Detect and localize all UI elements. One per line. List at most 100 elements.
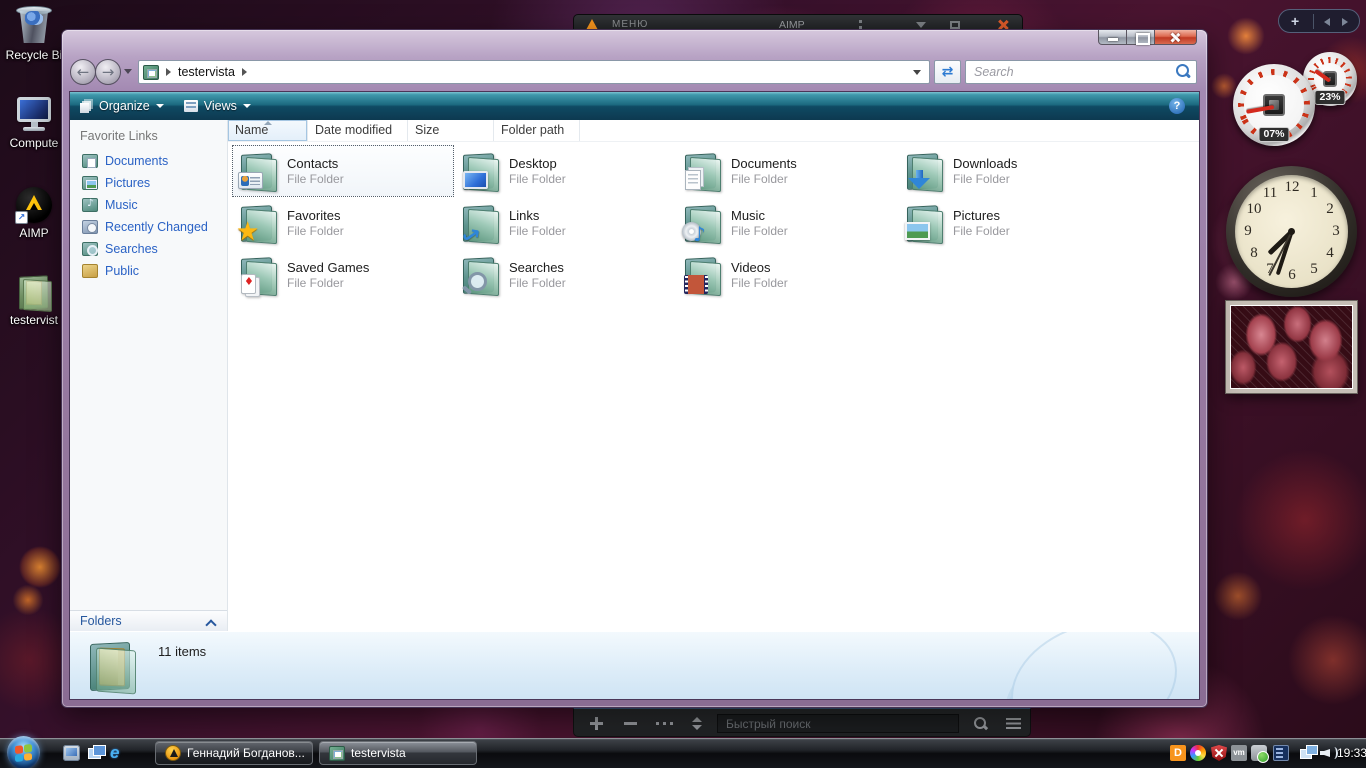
aimp-restore-icon[interactable] [950,21,960,29]
folder-tile-music[interactable]: MusicFile Folder [676,197,898,249]
column-header-folder-path[interactable]: Folder path [494,120,580,141]
show-desktop-icon[interactable] [63,745,80,761]
next-page-icon[interactable] [1342,18,1348,26]
folder-tile-desktop[interactable]: Desktop File Folder [454,145,676,197]
desktop-icon-label: Compute [9,136,59,150]
previous-page-icon[interactable] [1324,18,1330,26]
remove-track-icon[interactable] [624,722,637,725]
playlist-menu-icon[interactable] [1006,718,1021,729]
favorite-links-header: Favorite Links [80,129,158,143]
sidebar-item-label: Public [105,264,140,278]
sidebar-item-label: Documents [105,154,169,168]
sidebar-item-label: Music [105,198,138,212]
organize-button[interactable]: Organize [80,99,164,113]
sidebar-item-label: Searches [105,242,158,256]
add-track-icon[interactable] [590,717,603,730]
aimp-menu-button[interactable]: МЕНЮ [612,19,648,30]
search-icon[interactable] [1173,62,1193,82]
breadcrumb[interactable]: testervista [178,65,235,79]
breadcrumb-arrow-icon[interactable] [241,68,247,76]
sort-icon[interactable] [692,717,702,730]
column-header-size[interactable]: Size [408,120,494,141]
folder-icon-desktop [460,151,500,191]
minimize-button[interactable] [1098,30,1127,45]
sidebar-item-public[interactable]: Public [70,260,227,282]
aimp-quick-search-input[interactable] [717,714,959,733]
search-input[interactable] [966,65,1173,79]
folder-name: Videos [731,259,771,275]
aimp-options-icon[interactable] [859,20,862,29]
folder-tile-saved-games[interactable]: Saved GamesFile Folder [232,249,454,301]
column-header-date-modified[interactable]: Date modified [308,120,408,141]
back-button[interactable]: ← [70,59,96,85]
folder-name: Searches [509,259,564,275]
search-icon[interactable] [974,717,986,729]
sidebar-item-music[interactable]: Music [70,194,227,216]
help-button[interactable]: ? [1169,98,1185,114]
recent-pages-dropdown-icon[interactable] [124,69,132,74]
folder-tile-favorites[interactable]: ★ Favorites File Folder [232,197,454,249]
folder-tile-searches[interactable]: Searches File Folder [454,249,676,301]
folder-icon-contacts [238,151,278,191]
folder-tile-videos[interactable]: Videos File Folder [676,249,898,301]
desktop-icon-label: Recycle Bi [5,48,63,62]
forward-button[interactable]: → [95,59,121,85]
views-button[interactable]: Views [183,99,251,113]
security-alert-tray-icon[interactable] [1211,745,1227,761]
aimp-agent-tray-icon[interactable]: D [1170,745,1186,761]
volume-tray-icon[interactable] [1320,745,1338,761]
sidebar-item-searches[interactable]: Searches [70,238,227,260]
sidebar-item-recently-changed[interactable]: Recently Changed [70,216,227,238]
cpu-meter-gauge[interactable]: 07% [1233,64,1315,146]
desktop-icon-label: AIMP [19,226,49,240]
details-pane: 11 items [70,631,1199,699]
sidebar-item-pictures[interactable]: Pictures [70,172,227,194]
vmware-tools-tray-icon[interactable]: vm [1231,745,1247,761]
internet-explorer-icon[interactable]: e [110,744,127,761]
updates-ok-tray-icon[interactable] [1251,745,1269,763]
desktop-icon-computer[interactable]: Compute [0,94,68,150]
display-settings-tray-icon[interactable] [1273,745,1289,761]
photo-slideshow-gadget[interactable] [1225,300,1358,394]
task-label: testervista [351,746,406,760]
refresh-button[interactable]: ⇄ [934,60,961,84]
desktop-icon-label: testervist [9,313,58,327]
aimp-minimize-icon[interactable] [916,22,926,28]
more-options-icon[interactable] [656,722,674,725]
network-tray-icon[interactable] [1300,745,1318,761]
color-swirl-tray-icon[interactable] [1190,745,1206,761]
column-header-name[interactable]: Name [228,120,308,141]
sidebar-item-documents[interactable]: Documents [70,150,227,172]
clock-gadget[interactable]: 12 1 2 3 4 5 6 7 8 9 10 11 [1226,166,1357,297]
taskbar-button-aimp[interactable]: Геннадий Богданов... [155,741,313,765]
folder-type: File Folder [731,171,788,186]
desktop-icon-testervista[interactable]: testervist [0,273,68,327]
task-label: Геннадий Богданов... [187,746,305,760]
breadcrumb-arrow-icon[interactable] [166,68,171,76]
close-button[interactable] [1155,30,1197,45]
aimp-window-titlebar[interactable]: МЕНЮ AIMP [573,14,1023,31]
sidebar-item-label: Recently Changed [105,220,208,234]
taskbar-button-testervista[interactable]: testervista [319,741,477,765]
folder-tile-links[interactable]: ↪ Links File Folder [454,197,676,252]
folder-tile-contacts[interactable]: Contacts File Folder [232,145,454,197]
folder-tile-documents[interactable]: Documents File Folder [676,145,898,197]
taskbar-clock[interactable]: 19:33 [1337,746,1366,760]
folder-icon-downloads [904,151,944,191]
start-button[interactable] [7,736,40,768]
folder-tile-downloads[interactable]: Downloads File Folder [898,145,1120,197]
maximize-button[interactable] [1127,30,1155,45]
search-box[interactable] [965,60,1197,84]
address-bar[interactable]: testervista [138,60,930,84]
desktop-icon-aimp[interactable]: ↗ AIMP [0,186,68,240]
switch-windows-icon[interactable] [88,745,106,761]
aimp-close-icon[interactable] [997,19,1008,30]
address-book-icon [329,745,345,761]
address-dropdown-icon[interactable] [913,69,921,75]
folders-expander[interactable]: Folders [70,610,227,631]
desktop: Recycle Bi Compute ↗ AIMP testervist МЕН… [0,0,1366,768]
add-gadget-button[interactable]: + [1291,13,1299,29]
desktop-icon-recycle-bin[interactable]: Recycle Bi [0,2,68,62]
folder-icon-music [682,203,722,246]
folder-tile-pictures[interactable]: Pictures File Folder [898,197,1120,249]
